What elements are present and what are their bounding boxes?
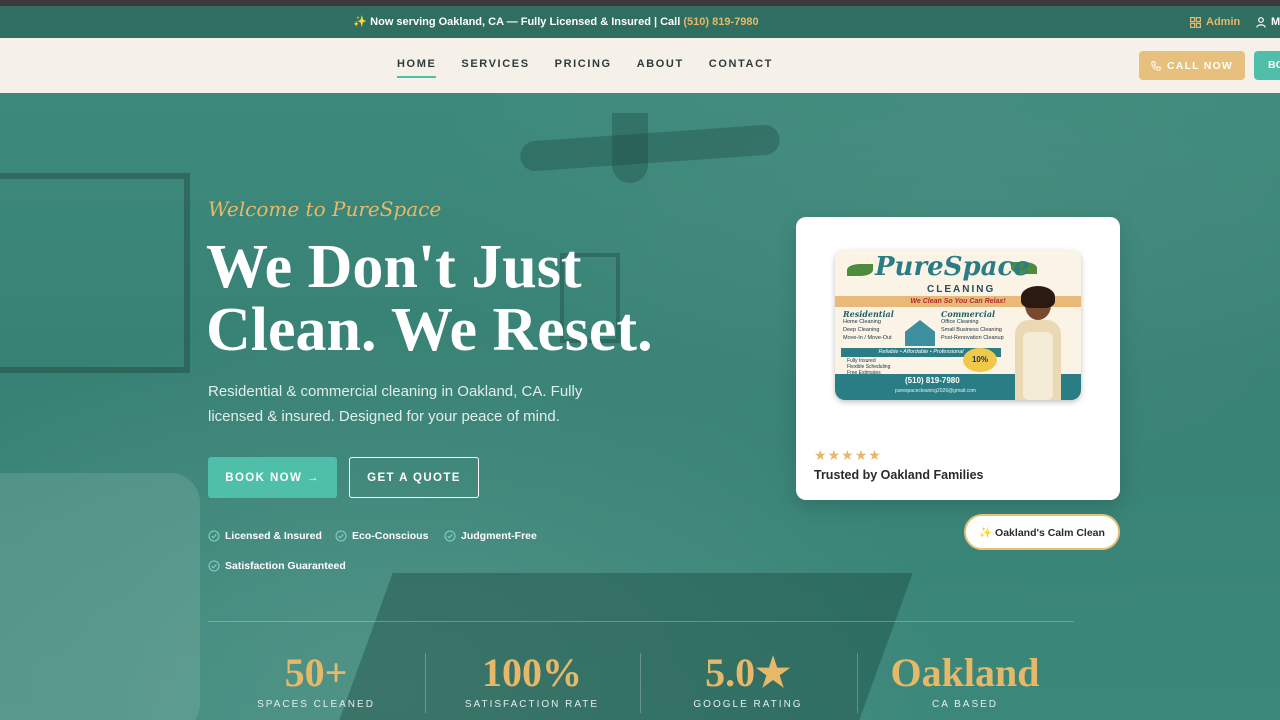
- account-link[interactable]: M: [1256, 6, 1280, 38]
- admin-label: Admin: [1206, 16, 1241, 28]
- call-now-label: CALL NOW: [1167, 59, 1233, 72]
- hero-headline: We Don't Just Clean. We Reset.: [206, 236, 726, 362]
- account-label: M: [1271, 16, 1280, 28]
- trust-card: PureSpace CLEANING We Clean So You Can R…: [796, 217, 1120, 500]
- announcement-phone-link[interactable]: (510) 819-7980: [683, 16, 758, 28]
- rating-stars: ★ ★ ★ ★ ★: [814, 447, 881, 464]
- feature-label: Eco-Conscious: [352, 530, 429, 542]
- oakland-calm-clean-badge: ✨ Oakland's Calm Clean: [964, 514, 1120, 550]
- flyer-brand: PureSpace: [875, 252, 1030, 282]
- purespace-flyer-image: PureSpace CLEANING We Clean So You Can R…: [835, 250, 1081, 400]
- star-icon: ★: [827, 447, 841, 463]
- flyer-item: Deep Cleaning: [843, 327, 880, 333]
- flyer-brand-sub: CLEANING: [927, 284, 996, 295]
- feature-label: Satisfaction Guaranteed: [225, 560, 346, 572]
- main-nav: HOME SERVICES PRICING ABOUT CONTACT CALL…: [0, 38, 1280, 93]
- trusted-text: Trusted by Oakland Families: [814, 468, 984, 482]
- stat-spaces-cleaned: 50+ SPACES CLEANED: [216, 650, 416, 711]
- flyer-commercial-title: Commercial: [941, 309, 996, 319]
- star-icon: ★: [854, 447, 868, 463]
- house-icon: [905, 320, 935, 346]
- stats-divider: [208, 621, 1074, 622]
- illustration-apron: [1023, 332, 1053, 400]
- feature-satisfaction: Satisfaction Guaranteed: [208, 560, 346, 572]
- check-circle-icon: [444, 530, 456, 542]
- stat-value: 5.0★: [705, 650, 791, 695]
- background-sofa: [0, 473, 200, 720]
- stat-google-rating: 5.0★ GOOGLE RATING: [648, 650, 848, 711]
- flyer-item: Office Cleaning: [941, 319, 979, 325]
- nav-pricing[interactable]: PRICING: [555, 58, 612, 78]
- get-quote-button[interactable]: GET A QUOTE: [349, 457, 479, 498]
- stat-value: 50+: [284, 650, 348, 695]
- leaf-left-icon: [847, 264, 873, 276]
- stats-separator: [425, 653, 426, 713]
- stat-satisfaction-rate: 100% SATISFACTION RATE: [432, 650, 632, 711]
- star-icon: ★: [868, 447, 881, 463]
- flyer-item: Small Business Cleaning: [941, 327, 1002, 333]
- announcement-message: ✨ Now serving Oakland, CA — Fully Licens…: [353, 16, 759, 28]
- welcome-text: Welcome to PureSpace: [208, 197, 442, 221]
- flyer-phone: (510) 819-7980: [905, 376, 960, 385]
- check-circle-icon: [335, 530, 347, 542]
- hero-subtitle: Residential & commercial cleaning in Oak…: [208, 383, 583, 425]
- hero-section: Welcome to PureSpace We Don't Just Clean…: [0, 93, 1280, 720]
- announcement-bar: ✨ Now serving Oakland, CA — Fully Licens…: [0, 6, 1280, 38]
- stats-separator: [857, 653, 858, 713]
- stats-separator: [640, 653, 641, 713]
- phone-icon: [1151, 60, 1161, 71]
- nav-home[interactable]: HOME: [397, 58, 437, 78]
- check-circle-icon: [208, 560, 220, 572]
- book-now-button[interactable]: BOOK NOW →: [208, 457, 337, 498]
- feature-label: Judgment-Free: [461, 530, 537, 542]
- flyer-cleaner-illustration: [1009, 286, 1067, 400]
- background-wall-frame: [0, 173, 190, 373]
- headline-line-1: We Don't Just: [206, 233, 582, 301]
- nav-about[interactable]: ABOUT: [637, 58, 684, 78]
- headline-line-2: Clean. We Reset.: [206, 296, 653, 364]
- grid-icon: [1190, 16, 1201, 28]
- flyer-residential: Residential Home Cleaning Deep Cleaning …: [843, 310, 894, 342]
- stat-ca-based: Oakland CA BASED: [865, 650, 1065, 711]
- flyer-discount-badge: 10% OFF: [963, 348, 997, 388]
- flyer-item: Move-In / Move-Out: [843, 335, 892, 341]
- star-icon: ★: [841, 447, 854, 463]
- background-ceiling-fan: [519, 123, 781, 173]
- user-icon: [1256, 16, 1266, 28]
- stat-label: GOOGLE RATING: [693, 699, 803, 710]
- illustration-hair: [1021, 286, 1055, 308]
- flyer-residential-title: Residential: [843, 309, 894, 319]
- stat-value: 100%: [482, 650, 582, 695]
- nav-links: HOME SERVICES PRICING ABOUT CONTACT: [397, 58, 773, 78]
- flyer-email: purespacecleaning2026@gmail.com: [895, 388, 976, 394]
- nav-services[interactable]: SERVICES: [461, 58, 529, 78]
- flyer-item: Post-Renovation Cleanup: [941, 335, 1004, 341]
- feature-licensed: Licensed & Insured: [208, 530, 322, 542]
- flyer-item: Home Cleaning: [843, 319, 881, 325]
- admin-link[interactable]: Admin: [1190, 6, 1240, 38]
- flyer-commercial: Commercial Office Cleaning Small Busines…: [941, 310, 1004, 342]
- star-icon: ★: [814, 447, 827, 463]
- background-fan-light: [612, 113, 648, 183]
- check-circle-icon: [208, 530, 220, 542]
- feature-eco: Eco-Conscious: [335, 530, 428, 542]
- nav-contact[interactable]: CONTACT: [709, 58, 773, 78]
- stat-value: Oakland: [890, 650, 1040, 695]
- feature-judgment-free: Judgment-Free: [444, 530, 537, 542]
- call-now-button[interactable]: CALL NOW: [1139, 51, 1245, 80]
- nav-book-button[interactable]: BO: [1254, 51, 1280, 80]
- stat-label: SPACES CLEANED: [257, 699, 375, 710]
- feature-label: Licensed & Insured: [225, 530, 322, 542]
- stat-label: SATISFACTION RATE: [464, 699, 600, 710]
- stat-label: CA BASED: [931, 699, 999, 710]
